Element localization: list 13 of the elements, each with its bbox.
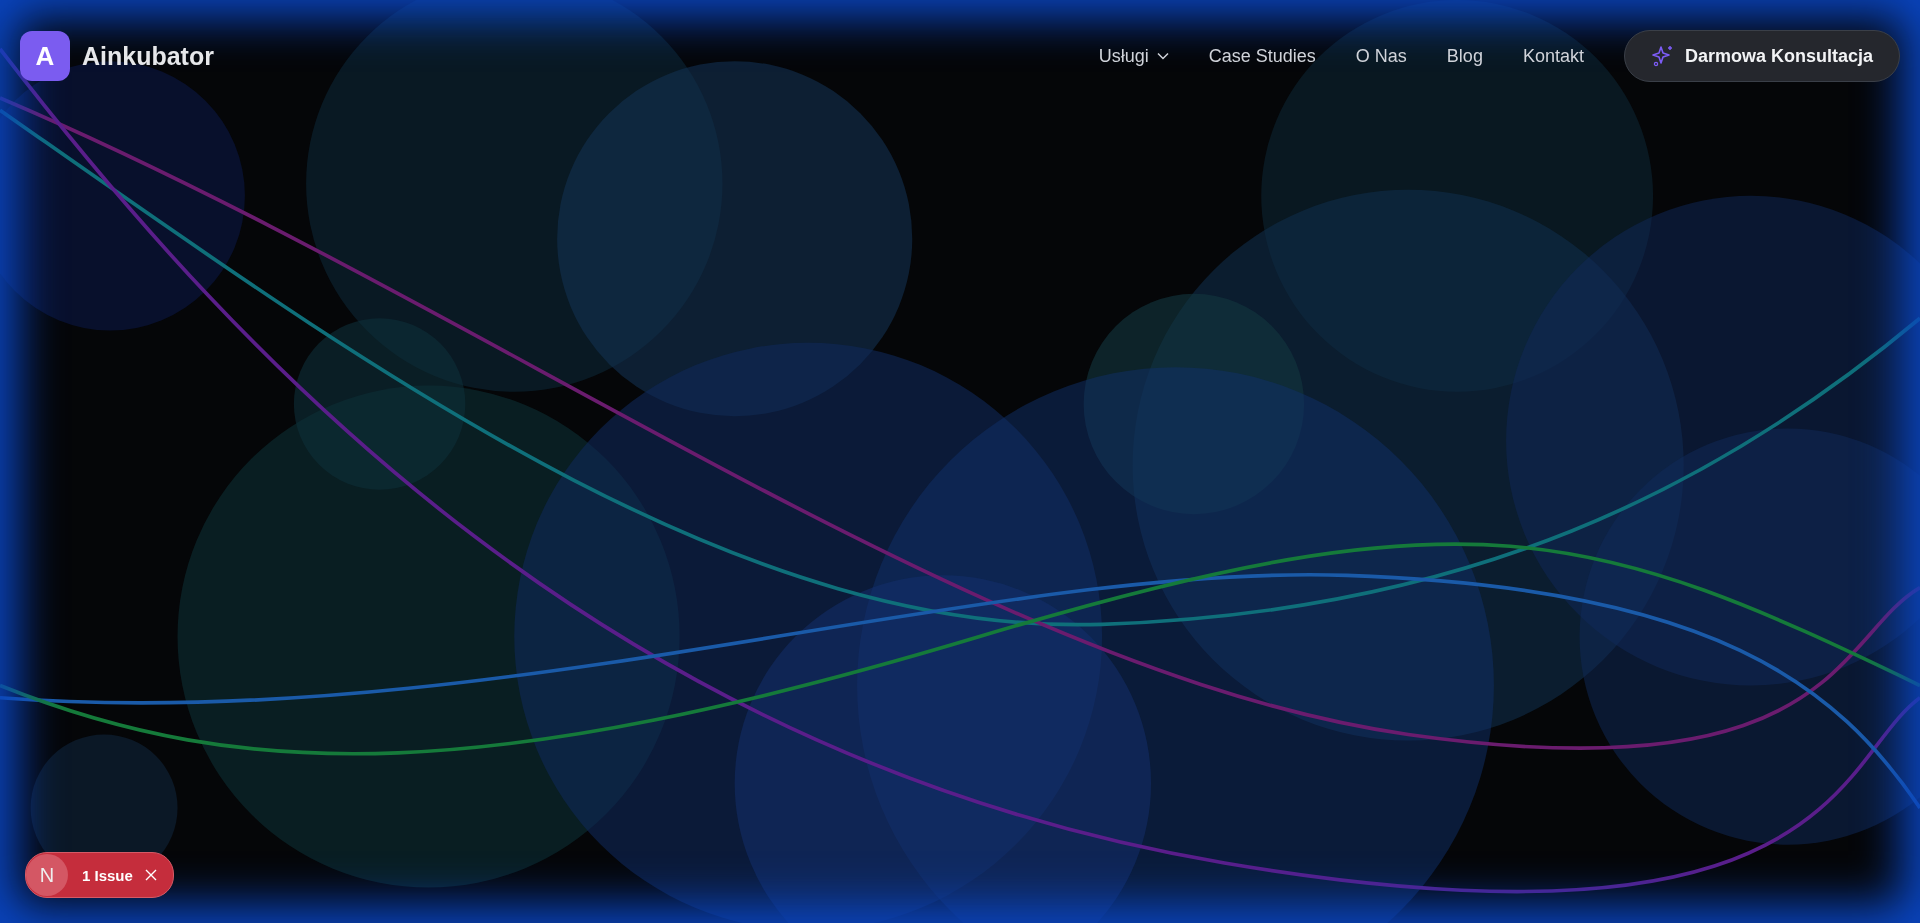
nav-dropdown[interactable]: Usługi	[1098, 45, 1169, 67]
issue-count[interactable]: 1 Issue	[82, 866, 133, 884]
consultation-button[interactable]: Darmowa Konsultacja	[1623, 30, 1900, 82]
brand-name[interactable]: Ainkubator	[82, 41, 214, 71]
nav-link[interactable]: Kontakt	[1522, 45, 1584, 67]
issue-badge[interactable]: N 1 Issue	[25, 852, 174, 898]
caret-icon	[1156, 52, 1169, 60]
nav-link[interactable]: Case Studies	[1208, 45, 1316, 67]
nav-link[interactable]: Blog	[1446, 45, 1483, 67]
logo-badge[interactable]: A	[20, 31, 70, 81]
close-icon[interactable]	[144, 869, 157, 881]
sparkle-icon	[1650, 44, 1675, 68]
nav-link[interactable]: O Nas	[1355, 45, 1407, 67]
